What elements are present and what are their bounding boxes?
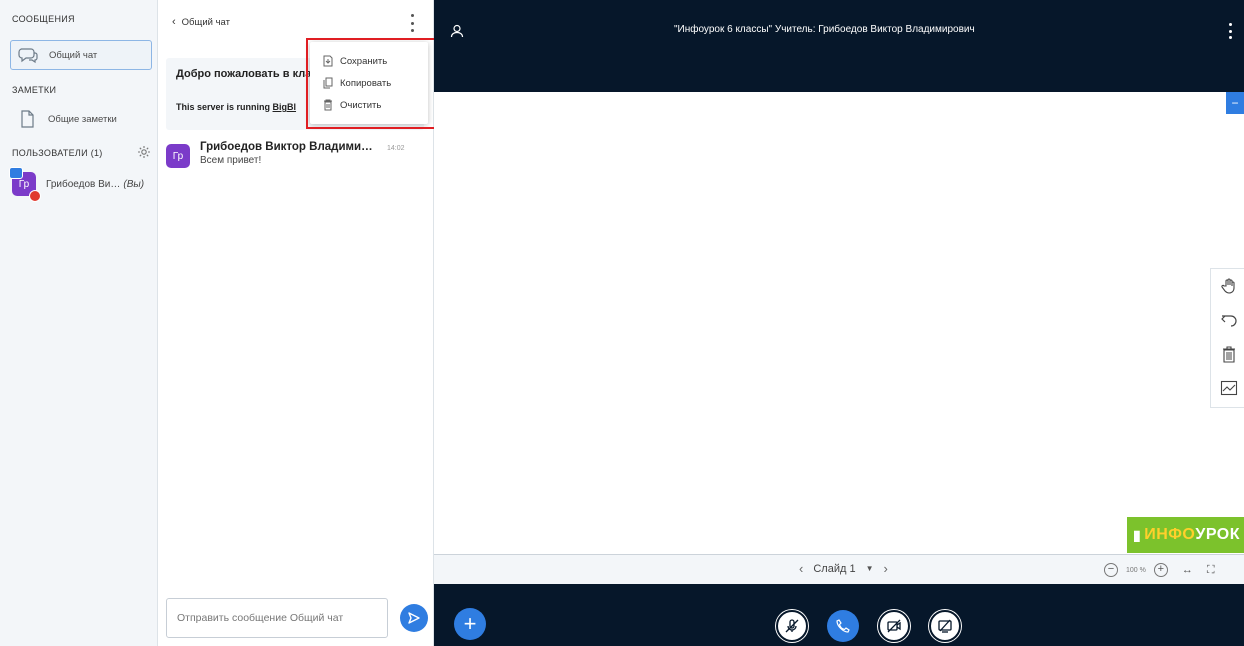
logo-suffix: УРОК [1195,526,1240,543]
user-you-label: (Вы) [123,178,145,190]
save-icon [322,55,334,67]
multi-user-chart-icon[interactable] [1216,375,1242,401]
sidebar-item-label: Общий чат [49,49,98,61]
menu-item-save[interactable]: Сохранить [322,52,387,70]
send-button[interactable] [400,604,428,632]
chat-bubble-icon [17,45,39,65]
document-icon [16,109,38,129]
chevron-left-icon: ‹ [172,16,176,28]
sidebar-item-label: Общие заметки [48,113,117,125]
screen-share-button[interactable] [929,610,961,642]
chat-options-button[interactable] [406,14,418,32]
menu-item-label: Сохранить [340,55,388,67]
slide-selector[interactable]: Слайд 1 [813,563,855,575]
logo-prefix: ИНФО [1144,526,1196,543]
phone-button[interactable] [827,610,859,642]
chat-title: Общий чат [181,16,230,28]
fit-width-icon[interactable]: ↔ [1182,564,1193,576]
zoom-out-button[interactable]: − [1104,563,1118,577]
undo-icon[interactable] [1216,307,1242,333]
camera-off-icon [887,619,901,633]
action-bar: + [434,584,1244,646]
welcome-server-prefix: This server is running [176,102,273,112]
whiteboard-canvas[interactable] [434,92,1244,554]
slide-controls: ‹ Слайд 1 ▼ › − 100 % + ↔ ⛶ [434,554,1244,584]
message-text: Всем привет! [200,155,262,166]
zoom-level: 100 % [1126,566,1146,574]
presentation-topbar: "Инфоурок 6 классы" Учитель: Грибоедов В… [434,0,1244,92]
menu-item-clear[interactable]: Очистить [322,96,381,114]
menu-item-label: Очистить [340,99,382,111]
message-author: Грибоедов Виктор Владимиро… [200,141,375,153]
users-heading: ПОЛЬЗОВАТЕЛИ (1) [12,148,103,158]
mute-mic-button[interactable] [776,610,808,642]
message-time: 14:02 [387,145,405,152]
muted-mic-icon [29,190,41,202]
menu-item-label: Копировать [340,77,392,89]
sidebar-item-public-chat[interactable]: Общий чат [10,40,152,70]
trash-icon[interactable] [1216,341,1242,367]
chat-message: Гр Грибоедов Виктор Владимиро… 14:02 Все… [166,140,426,180]
presenter-icon [9,167,23,179]
prev-slide-button[interactable]: ‹ [799,561,803,576]
caret-down-icon[interactable]: ▼ [866,564,874,573]
meeting-title: "Инфоурок 6 классы" Учитель: Грибоедов В… [674,24,975,35]
slide-navigation: ‹ Слайд 1 ▼ › [789,561,898,576]
gear-icon[interactable] [137,145,151,159]
send-icon [408,612,420,624]
zoom-controls: − 100 % + ↔ ⛶ [1096,563,1215,577]
messages-heading: СООБЩЕНИЯ [12,14,75,24]
sidebar: СООБЩЕНИЯ Общий чат ЗАМЕТКИ Общие заметк… [0,0,158,646]
copy-icon [322,77,334,89]
message-avatar: Гр [166,144,190,168]
chat-back-button[interactable]: ‹ Общий чат [172,16,230,28]
next-slide-button[interactable]: › [883,561,887,576]
app: СООБЩЕНИЯ Общий чат ЗАМЕТКИ Общие заметк… [0,0,1244,646]
user-icon[interactable] [450,24,464,38]
avatar-initials: Гр [18,178,30,190]
options-menu-button[interactable] [1229,23,1233,39]
actions-plus-button[interactable]: + [454,608,486,640]
hand-tool-icon[interactable] [1216,273,1242,299]
server-link[interactable]: BigBl [273,102,297,112]
zoom-in-button[interactable]: + [1153,563,1168,577]
notes-heading: ЗАМЕТКИ [12,85,57,95]
sidebar-item-shared-notes[interactable]: Общие заметки [10,104,152,134]
mic-off-icon [785,619,799,633]
user-list-item[interactable]: Гр Грибоедов Ви… (Вы) [9,167,154,202]
infourok-logo: ▮ ИНФО УРОК [1127,517,1244,553]
fullscreen-icon[interactable]: ⛶ [1207,564,1215,577]
camera-button[interactable] [878,610,910,642]
minimize-presentation-button[interactable]: − [1226,92,1244,114]
menu-item-copy[interactable]: Копировать [322,74,391,92]
trash-icon [322,99,334,111]
whiteboard-toolbar [1210,268,1244,408]
chat-message-input[interactable]: Отправить сообщение Общий чат [166,598,388,638]
phone-icon [836,619,850,633]
user-name: Грибоедов Ви… [46,178,121,190]
screen-share-off-icon [938,619,952,633]
chat-options-menu: Сохранить Копировать Очистить [310,42,428,124]
avatar: Гр [9,167,41,202]
